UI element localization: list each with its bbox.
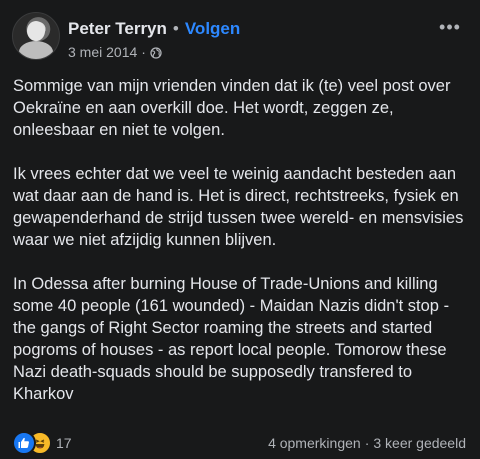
reactions-summary[interactable]: 17 [12,431,72,455]
post-footer: 17 4 opmerkingen · 3 keer gedeeld [12,431,468,455]
author-name[interactable]: Peter Terryn [68,19,167,38]
comments-count[interactable]: 4 opmerkingen [268,435,361,451]
post-header: Peter Terryn • Volgen 3 mei 2014 · ••• [12,12,468,62]
name-separator: • [172,19,179,38]
post-date[interactable]: 3 mei 2014 [68,44,137,60]
avatar[interactable] [12,12,60,60]
post-stats: 4 opmerkingen · 3 keer gedeeld [268,431,466,455]
post-paragraph: Ik vrees echter dat we veel te weinig aa… [13,165,464,249]
meta-separator: · [141,44,146,60]
post-meta: 3 mei 2014 · [68,43,162,61]
follow-button[interactable]: Volgen [185,19,240,38]
avatar-shoulder [19,41,53,59]
facebook-post: Peter Terryn • Volgen 3 mei 2014 · ••• Somm… [0,0,480,459]
author-row: Peter Terryn • Volgen [68,18,240,40]
post-paragraph: Sommige van mijn vrienden vinden dat ik … [13,77,451,139]
like-icon [12,431,36,455]
shares-count[interactable]: 3 keer gedeeld [373,435,466,451]
post-paragraph: In Odessa after burning House of Trade-U… [13,275,450,403]
globe-icon [150,45,162,59]
more-horizontal-icon[interactable]: ••• [436,18,464,36]
reaction-count: 17 [56,435,72,451]
stats-separator: · [364,435,370,451]
avatar-head [27,21,45,41]
post-body: Sommige van mijn vrienden vinden dat ik … [13,75,469,405]
